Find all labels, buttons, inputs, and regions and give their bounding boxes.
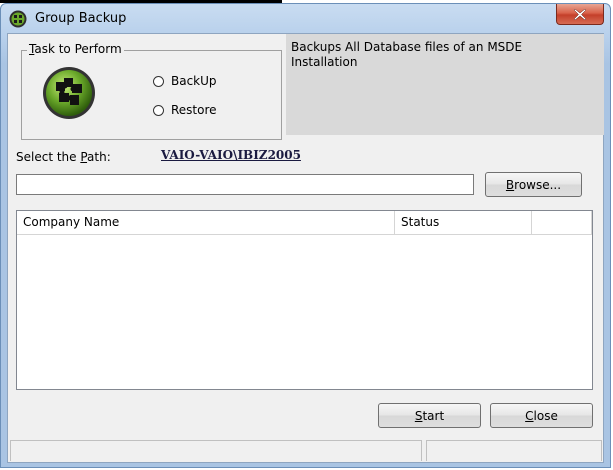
backup-radio[interactable]: BackUp (153, 74, 217, 88)
status-bar (8, 436, 603, 462)
window-title: Group Backup (35, 11, 127, 26)
title-bar[interactable]: Group Backup (1, 4, 610, 34)
company-list-header: Company Name Status (17, 211, 592, 235)
company-list[interactable]: Company Name Status (16, 210, 593, 390)
column-company-name[interactable]: Company Name (17, 211, 395, 234)
server-path-value: VAIO-VAIO\IBIZ2005 (161, 148, 301, 162)
backup-radio-circle[interactable] (153, 75, 164, 87)
task-group-label-rest: ask to Perform (34, 42, 122, 56)
task-group-box: Task to Perform BackUp Restore (21, 42, 282, 140)
path-label: Select the Path: (16, 150, 111, 164)
restore-radio[interactable]: Restore (153, 103, 217, 117)
close-icon (574, 8, 586, 20)
restore-radio-label: Restore (171, 103, 217, 117)
close-button[interactable]: Close (490, 403, 593, 428)
close-window-button[interactable] (556, 4, 604, 25)
browse-button-mnemonic: B (505, 177, 515, 192)
start-button-rest: tart (422, 408, 445, 423)
close-button-mnemonic: C (525, 408, 534, 423)
task-group-label: Task to Perform (27, 42, 124, 56)
column-extra[interactable] (532, 211, 592, 234)
dialog-client-area: Backups All Database files of an MSDE In… (7, 33, 604, 463)
column-status[interactable]: Status (395, 211, 532, 234)
path-input[interactable] (16, 174, 474, 195)
puzzle-logo-icon (43, 67, 95, 119)
path-label-prefix: Select the (16, 150, 81, 164)
browse-button[interactable]: Browse... (485, 172, 582, 197)
info-panel: Backups All Database files of an MSDE In… (286, 34, 604, 135)
start-button-mnemonic: S (414, 408, 423, 423)
browse-button-rest: rowse... (514, 177, 562, 192)
group-backup-window: Group Backup Backups All Database files … (0, 3, 611, 468)
restore-radio-circle[interactable] (153, 104, 164, 116)
info-description: Backups All Database files of an MSDE In… (291, 40, 523, 69)
status-pane-secondary (426, 440, 602, 461)
status-pane-main (10, 440, 422, 461)
start-button[interactable]: Start (378, 403, 481, 428)
path-label-rest: ath: (87, 150, 111, 164)
close-button-rest: lose (533, 408, 558, 423)
backup-radio-label: BackUp (171, 74, 217, 88)
app-icon (9, 10, 27, 28)
